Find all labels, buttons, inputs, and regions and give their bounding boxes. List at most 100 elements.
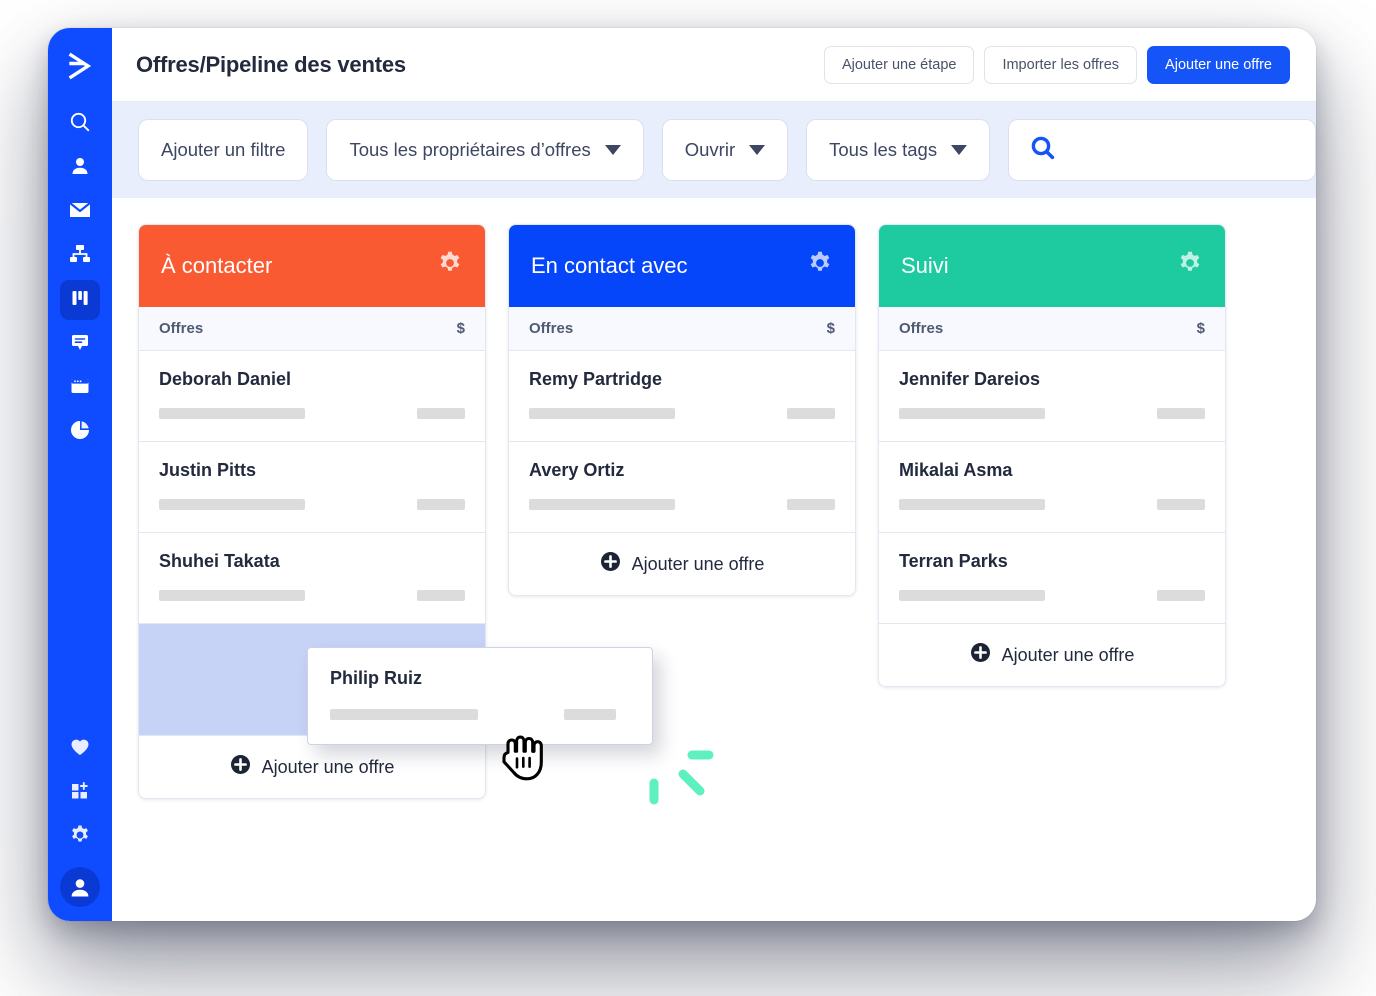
sidebar-item-chat[interactable] [60, 324, 100, 364]
add-deal-row[interactable]: Ajouter une offre [879, 624, 1225, 686]
sidebar-item-workflow[interactable] [60, 236, 100, 276]
deal-card[interactable]: Jennifer Dareios [879, 351, 1225, 442]
owner-filter-dropdown[interactable]: Tous les propriétaires d’offres [326, 119, 644, 181]
deal-placeholder-bars [159, 408, 465, 419]
deal-placeholder-bars [899, 408, 1205, 419]
user-avatar[interactable] [60, 867, 100, 907]
status-filter-dropdown[interactable]: Ouvrir [661, 119, 789, 181]
apps-add-icon [69, 780, 91, 807]
deal-card[interactable]: Shuhei Takata [139, 533, 485, 624]
deal-name: Deborah Daniel [159, 369, 292, 389]
topbar-actions: Ajouter une étape Importer les offres Aj… [823, 45, 1290, 84]
deal-placeholder-bars [529, 408, 835, 419]
search-icon [69, 111, 91, 138]
amount-label: $ [826, 320, 835, 337]
placeholder-bar-wide [529, 408, 675, 419]
import-deals-button[interactable]: Importer les offres [984, 45, 1138, 84]
deal-card[interactable]: Mikalai Asma [879, 442, 1225, 533]
placeholder-bar-small [417, 499, 465, 510]
amount-label: $ [1196, 320, 1205, 337]
send-arrow-logo-icon[interactable] [58, 44, 102, 88]
deal-card[interactable]: Avery Ortiz [509, 442, 855, 533]
column-header: Suivi [879, 225, 1225, 307]
chevron-down-icon [749, 145, 766, 155]
search-input[interactable] [1071, 139, 1304, 161]
dragged-deal-card[interactable]: Philip Ruiz [307, 647, 653, 745]
plus-circle-icon [600, 551, 621, 577]
amount-label: $ [456, 320, 465, 337]
sidebar-item-deals[interactable] [60, 280, 100, 320]
placeholder-bar-wide [899, 499, 1045, 510]
placeholder-bar-small [1157, 590, 1205, 601]
deal-placeholder-bars [330, 709, 630, 720]
deal-card[interactable]: Deborah Daniel [139, 351, 485, 442]
sidebar-item-search[interactable] [60, 104, 100, 144]
placeholder-bar-wide [159, 408, 305, 419]
column-title: En contact avec [531, 253, 688, 278]
add-deal-button[interactable]: Ajouter une offre [1147, 45, 1290, 84]
column-subheader: Offres $ [879, 307, 1225, 351]
add-filter-button[interactable]: Ajouter un filtre [138, 119, 309, 181]
deal-name: Avery Ortiz [529, 460, 625, 480]
pie-chart-icon [69, 419, 91, 446]
add-deal-row[interactable]: Ajouter une offre [509, 533, 855, 595]
add-deal-row[interactable]: Ajouter une offre [139, 736, 485, 798]
placeholder-bar-wide [899, 408, 1045, 419]
sidebar [48, 28, 112, 921]
plus-circle-icon [970, 642, 991, 668]
gear-icon [69, 824, 91, 851]
gear-icon[interactable] [1177, 250, 1203, 282]
drag-motion-lines [630, 735, 730, 820]
add-filter-label: Ajouter un filtre [161, 139, 286, 160]
gear-icon[interactable] [807, 250, 833, 282]
topbar: Offres/Pipeline des ventes Ajouter une é… [112, 28, 1316, 102]
placeholder-bar-small [1157, 499, 1205, 510]
filter-bar: Ajouter un filtre Tous les propriétaires… [112, 102, 1316, 198]
column-title: Suivi [901, 253, 949, 278]
sidebar-item-contacts[interactable] [60, 148, 100, 188]
add-deal-label: Ajouter une offre [261, 756, 395, 777]
placeholder-bar-wide [529, 499, 675, 510]
deals-label: Offres [899, 320, 944, 337]
person-icon [69, 155, 91, 182]
sidebar-item-favorites[interactable] [60, 729, 100, 769]
placeholder-bar-small [417, 408, 465, 419]
column-subheader: Offres $ [139, 307, 485, 351]
deal-card[interactable]: Remy Partridge [509, 351, 855, 442]
deal-placeholder-bars [529, 499, 835, 510]
column-header: En contact avec [509, 225, 855, 307]
column-header: À contacter [139, 225, 485, 307]
deal-name: Philip Ruiz [330, 668, 422, 688]
placeholder-bar-small [1157, 408, 1205, 419]
tags-filter-dropdown[interactable]: Tous les tags [806, 119, 991, 181]
deal-card[interactable]: Terran Parks [879, 533, 1225, 624]
sidebar-item-reports[interactable] [60, 412, 100, 452]
column-title: À contacter [161, 253, 273, 278]
deal-placeholder-bars [159, 590, 465, 601]
grabbing-hand-cursor [492, 728, 554, 793]
gear-icon[interactable] [437, 250, 463, 282]
deal-name: Mikalai Asma [899, 460, 1013, 480]
placeholder-bar-small [417, 590, 465, 601]
heart-icon [69, 737, 91, 762]
sidebar-item-apps[interactable] [60, 773, 100, 813]
placeholder-bar-wide [899, 590, 1045, 601]
sidebar-item-mail[interactable] [60, 192, 100, 232]
deals-label: Offres [159, 320, 204, 337]
search-box[interactable] [1008, 119, 1316, 181]
status-filter-label: Ouvrir [684, 139, 736, 160]
sidebar-item-settings[interactable] [60, 817, 100, 857]
placeholder-bar-wide [330, 709, 478, 720]
envelope-icon [68, 199, 92, 226]
column-subheader: Offres $ [509, 307, 855, 351]
kanban-column-en-contact-avec: En contact avec Offres $ Remy Partridge [508, 224, 856, 596]
add-stage-button[interactable]: Ajouter une étape [823, 45, 975, 84]
page-title: Offres/Pipeline des ventes [136, 51, 406, 77]
owner-filter-label: Tous les propriétaires d’offres [349, 139, 591, 160]
deal-card[interactable]: Justin Pitts [139, 442, 485, 533]
placeholder-bar-small [564, 709, 616, 720]
sidebar-item-pages[interactable] [60, 368, 100, 408]
add-deal-label: Ajouter une offre [631, 553, 765, 574]
plus-circle-icon [230, 754, 251, 780]
deal-placeholder-bars [899, 590, 1205, 601]
